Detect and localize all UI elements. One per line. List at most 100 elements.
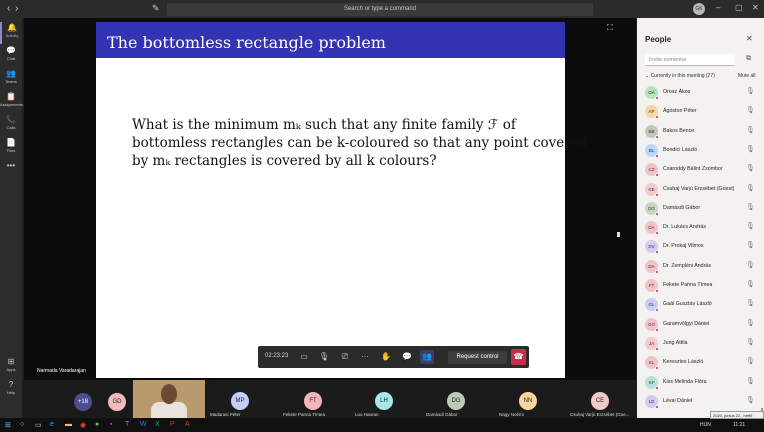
mic-muted-icon[interactable]: 🎙	[746, 357, 755, 365]
clock[interactable]: 11:21	[733, 422, 745, 428]
forward-arrow-icon[interactable]: ›	[15, 3, 18, 14]
rail-item-apps[interactable]: ⊞ Apps	[0, 356, 22, 378]
powerpoint-icon[interactable]: P	[170, 421, 175, 428]
participant-row[interactable]: KF Kiss Melinda Flóra 🎙	[637, 374, 764, 392]
participant-row[interactable]: DA Dr. Lukács András 🎙	[637, 219, 764, 237]
participant-name: Nagy Noémi	[499, 412, 524, 417]
participant-row[interactable]: DG Damásdi Gábor 🎙	[637, 200, 764, 218]
fullscreen-icon[interactable]: ⛶	[607, 23, 613, 33]
rail-item-help[interactable]: ? Help	[0, 379, 22, 401]
minimize-icon[interactable]: –	[716, 3, 720, 12]
mic-muted-icon[interactable]: 🎙	[746, 338, 755, 346]
invite-input[interactable]: Invite someone	[645, 54, 735, 66]
mic-muted-icon[interactable]: 🎙	[746, 241, 755, 249]
mic-muted-icon[interactable]: 🎙	[746, 145, 755, 153]
slide-body: What is the minimum mₖ such that any fin…	[132, 116, 587, 170]
participant-row[interactable]: FT Fekete Panna Tímea 🎙	[637, 277, 764, 295]
mic-muted-icon[interactable]: 🎙	[746, 280, 755, 288]
participant-name: Dr. Zempléni András	[663, 262, 711, 269]
mic-muted-icon[interactable]: 🎙	[746, 222, 755, 230]
participant-avatar[interactable]: DG	[447, 392, 465, 410]
excel-icon[interactable]: X	[155, 421, 160, 428]
windows-start-icon[interactable]: ⊞	[5, 421, 11, 429]
participant-row[interactable]: BB Bakos Bence 🎙	[637, 123, 764, 141]
search-icon[interactable]: ○	[20, 421, 24, 428]
copy-link-icon[interactable]: ⧉	[746, 55, 751, 63]
collapse-handle[interactable]	[617, 232, 620, 237]
participant-row[interactable]: LD Lévai Dániel 🎙	[637, 393, 764, 411]
mic-muted-icon[interactable]: 🎙	[746, 203, 755, 211]
raise-hand-icon[interactable]: ✋	[379, 350, 393, 364]
participant-row[interactable]: CE Csuhaj Varjú Erzsébet (Guest) 🎙	[637, 181, 764, 199]
participant-name: Jung Attila	[663, 339, 688, 346]
rail-item-more[interactable]: •••	[0, 160, 22, 182]
participant-avatar[interactable]: GD	[108, 393, 126, 411]
mic-muted-icon[interactable]: 🎙	[746, 87, 755, 95]
close-icon[interactable]: ✕	[752, 3, 759, 12]
participant-name: Kiss Melinda Flóra	[663, 378, 707, 385]
participant-avatar[interactable]: LH	[375, 392, 393, 410]
participant-row[interactable]: OÁ Orosz Ákos 🎙	[637, 84, 764, 102]
mute-all-button[interactable]: Mute all	[738, 73, 756, 79]
edge-icon[interactable]: e	[50, 421, 54, 428]
microphone-icon[interactable]: 🎙	[317, 350, 331, 364]
overflow-participants-button[interactable]: +18	[74, 393, 92, 411]
maximize-icon[interactable]: ▢	[735, 3, 743, 12]
participant-row[interactable]: GO Garamvölgyi Dániel 🎙	[637, 316, 764, 334]
user-avatar[interactable]: GK	[693, 3, 705, 15]
mic-muted-icon[interactable]: 🎙	[746, 319, 755, 327]
back-arrow-icon[interactable]: ‹	[7, 3, 10, 14]
mic-muted-icon[interactable]: 🎙	[746, 106, 755, 114]
share-screen-icon[interactable]: ⎚	[338, 350, 352, 364]
mic-muted-icon[interactable]: 🎙	[746, 261, 755, 269]
participant-row[interactable]: KL Keresztes László 🎙	[637, 354, 764, 372]
chrome-icon[interactable]: ◉	[80, 421, 86, 429]
rail-item-files[interactable]: 📄 Files	[0, 137, 22, 159]
participant-row[interactable]: GL Gaál Gusztáv László 🎙	[637, 296, 764, 314]
participant-avatar[interactable]: MP	[231, 392, 249, 410]
mic-muted-icon[interactable]: 🎙	[746, 377, 755, 385]
participant-avatar[interactable]: NN	[519, 392, 537, 410]
app-icon[interactable]: ▪	[110, 421, 112, 428]
spotify-icon[interactable]: ●	[95, 421, 99, 428]
participant-avatar[interactable]: CE	[591, 392, 609, 410]
hang-up-button[interactable]: ☎	[511, 349, 526, 365]
folder-icon[interactable]: ▬	[65, 421, 72, 428]
language-indicator[interactable]: HUN	[700, 422, 711, 428]
participant-row[interactable]: DA Dr. Zempléni András 🎙	[637, 258, 764, 276]
mic-muted-icon[interactable]: 🎙	[746, 184, 755, 192]
mic-muted-icon[interactable]: 🎙	[746, 299, 755, 307]
compose-icon[interactable]: ✎	[152, 3, 162, 13]
participant-row[interactable]: JA Jung Attila 🎙	[637, 335, 764, 353]
participant-row[interactable]: DV Dr. Prokaj Vilmos 🎙	[637, 238, 764, 256]
participant-row[interactable]: CZ Csaroddy Bálint Zsombor 🎙	[637, 161, 764, 179]
rail-item-teams[interactable]: 👥 Teams	[0, 68, 22, 90]
participant-row[interactable]: ÁP Ágoston Péter 🎙	[637, 103, 764, 121]
request-control-button[interactable]: Request control	[448, 351, 507, 364]
mic-muted-icon[interactable]: 🎙	[746, 396, 755, 404]
participant-video[interactable]	[133, 380, 205, 418]
participants-icon[interactable]: 👥	[420, 350, 434, 364]
teams-icon[interactable]: T	[125, 421, 129, 428]
more-actions-icon[interactable]: ···	[358, 350, 372, 364]
slide-line: by mₖ rectangles is covered by all k col…	[132, 153, 437, 169]
word-icon[interactable]: W	[140, 421, 147, 428]
search-input[interactable]: Search or type a command	[167, 3, 593, 16]
rail-item-assignments[interactable]: 📋 Assignments	[0, 91, 23, 113]
mic-muted-icon[interactable]: 🎙	[746, 126, 755, 134]
participant-avatar[interactable]: FT	[304, 392, 322, 410]
acrobat-icon[interactable]: A	[185, 421, 190, 428]
participant-row[interactable]: BL Bondici László 🎙	[637, 142, 764, 160]
participant-name: Keresztes László	[663, 359, 704, 366]
task-view-icon[interactable]: ▭	[35, 421, 42, 429]
rail-item-label: Help	[6, 390, 16, 395]
rail-item-activity[interactable]: 🔔 Activity	[0, 22, 22, 44]
rail-item-chat[interactable]: 💬 Chat	[0, 45, 22, 67]
mic-muted-icon[interactable]: 🎙	[746, 164, 755, 172]
status-dot	[655, 211, 659, 216]
rail-item-calls[interactable]: 📞 Calls	[0, 114, 22, 136]
chat-icon[interactable]: 💬	[400, 350, 414, 364]
camera-icon[interactable]: ▭	[297, 350, 311, 364]
close-icon[interactable]: ✕	[746, 34, 753, 43]
section-header[interactable]: ⌄ Currently in this meeting (27)	[645, 73, 715, 79]
